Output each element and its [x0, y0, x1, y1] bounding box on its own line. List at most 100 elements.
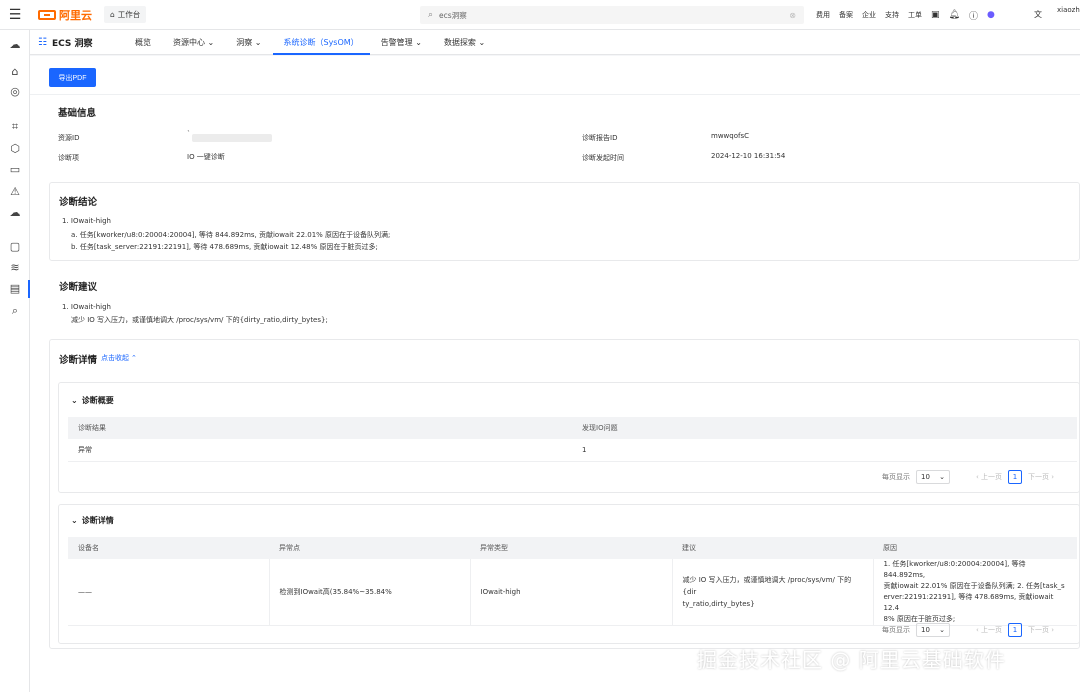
- cloud-icon[interactable]: ☁: [8, 38, 22, 52]
- prev-page-button[interactable]: ‹ 上一页: [976, 625, 1002, 635]
- clear-search-icon[interactable]: ⊗: [789, 11, 796, 20]
- column-header: 建议: [672, 537, 873, 559]
- tab-explore[interactable]: 数据探索 ⌄: [433, 30, 496, 55]
- item-value: IO 一键诊断: [187, 153, 225, 161]
- alarm-icon[interactable]: ⚠: [8, 185, 22, 199]
- nav-enterprise[interactable]: 企业: [862, 10, 876, 20]
- tab-resource-center[interactable]: 资源中心 ⌄: [162, 30, 225, 55]
- product-nav: ☷ ECS 洞察 概览 资源中心 ⌄ 洞察 ⌄ 系统诊断（SysOM） 告警管理…: [30, 30, 1080, 55]
- detail-header[interactable]: ⌄ 诊断详情: [71, 515, 114, 526]
- main-content: 导出PDF 基础信息 资源ID ` 诊断报告ID mwwqofsC 诊断项 IO…: [30, 56, 1080, 692]
- advice-line: ty_ratio,dirty_bytes}: [682, 600, 755, 608]
- prev-page-button[interactable]: ‹ 上一页: [976, 472, 1002, 482]
- search-input[interactable]: ⌕ ecs洞察 ⊗: [420, 6, 804, 24]
- conclusion-item-b: b. 任务[task_server:22191:22191], 等待 478.6…: [71, 243, 378, 251]
- conclusion-item: 1. IOwait-high: [62, 217, 111, 225]
- diagnose-icon[interactable]: ▤: [8, 282, 22, 296]
- detail-pagination: 每页显示 10 ⌄ ‹ 上一页 1 下一页 ›: [882, 623, 1054, 637]
- table-row: —— 检测到IOwait高(35.84%~35.84% IOwait-high …: [68, 559, 1077, 626]
- user-name[interactable]: xiaozh: [1057, 6, 1080, 14]
- next-page-button[interactable]: 下一页 ›: [1028, 472, 1054, 482]
- time-label: 诊断发起时间: [582, 154, 624, 162]
- column-header: 设备名: [68, 537, 269, 559]
- advice-line: 减少 IO 写入压力，或谨慎地调大 /proc/sys/vm/ 下的{dir: [682, 576, 852, 596]
- target-icon[interactable]: ◎: [8, 85, 22, 99]
- cube-icon[interactable]: ⬡: [8, 142, 22, 156]
- column-header: 异常类型: [470, 537, 672, 559]
- workbench-label: 工作台: [117, 10, 141, 19]
- tab-overview[interactable]: 概览: [124, 30, 162, 55]
- tab-alarm[interactable]: 告警管理 ⌄: [370, 30, 433, 55]
- table-cell: 异常: [68, 439, 572, 462]
- collapse-link[interactable]: 点击收起: [101, 353, 129, 363]
- conclusion-title: 诊断结论: [59, 197, 98, 208]
- logo-text: 阿里云: [59, 8, 92, 22]
- product-name: ECS 洞察: [51, 38, 93, 49]
- table-row: 异常 1: [68, 439, 1077, 462]
- export-pdf-button[interactable]: 导出PDF: [49, 68, 96, 87]
- per-page-label: 每页显示: [882, 626, 910, 634]
- suggestion-item: 1. IOwait-high: [62, 303, 111, 311]
- tab-alarm-label: 告警管理: [380, 37, 413, 47]
- product-title: ☷ ECS 洞察: [38, 36, 124, 49]
- per-page-select[interactable]: 10 ⌄: [916, 623, 950, 637]
- overview-table: 诊断结果 发现IO问题 异常 1: [68, 417, 1077, 462]
- scan-icon[interactable]: ⌗: [8, 120, 22, 134]
- chevron-down-icon: ⌄: [939, 473, 945, 481]
- display-icon[interactable]: ▢: [8, 240, 22, 254]
- tab-sysom[interactable]: 系统诊断（SysOM）: [272, 30, 370, 55]
- table-header-row: 诊断结果 发现IO问题: [68, 417, 1077, 439]
- page-number[interactable]: 1: [1008, 470, 1023, 484]
- tab-insight[interactable]: 洞察 ⌄: [225, 30, 272, 55]
- home-rail-icon[interactable]: ⌂: [8, 65, 22, 79]
- prev-label: 上一页: [981, 473, 1003, 481]
- tab-insight-label: 洞察: [236, 37, 253, 47]
- reason-line: erver:22191:22191], 等待 478.689ms, 贡献iowa…: [883, 593, 1054, 612]
- resource-id-label: 资源ID: [58, 134, 80, 142]
- tab-resource-center-label: 资源中心: [173, 37, 205, 47]
- aliyun-logo[interactable]: 阿里云: [38, 7, 92, 23]
- detail-table: 设备名 异常点 异常类型 建议 原因 —— 检测到IOwait高(35.84%~…: [68, 537, 1077, 626]
- table-cell: IOwait-high: [470, 559, 673, 626]
- nav-ticket[interactable]: 工单: [908, 10, 922, 20]
- overview-title: 诊断概要: [81, 396, 114, 405]
- nav-billing[interactable]: 费用: [816, 10, 830, 20]
- page-number[interactable]: 1: [1008, 623, 1023, 637]
- next-page-button[interactable]: 下一页 ›: [1028, 625, 1054, 635]
- aliyun-logo-mark-icon: [38, 9, 56, 20]
- nav-support[interactable]: 支持: [885, 10, 899, 20]
- chevron-down-icon: ⌄: [207, 37, 215, 47]
- collapse-toggle[interactable]: 点击收起 ⌃: [101, 353, 137, 363]
- overview-header[interactable]: ⌄ 诊断概要: [71, 395, 114, 406]
- table-cell: 检测到IOwait高(35.84%~35.84%: [269, 559, 471, 626]
- help-icon[interactable]: ⓘ: [969, 9, 978, 22]
- assistant-icon[interactable]: ●: [987, 10, 995, 20]
- table-header-row: 设备名 异常点 异常类型 建议 原因: [68, 537, 1077, 559]
- per-page-label: 每页显示: [882, 473, 910, 481]
- column-header: 原因: [873, 537, 1077, 559]
- search-rail-icon[interactable]: ⌕: [8, 304, 22, 318]
- screen-icon[interactable]: ▣: [931, 10, 940, 20]
- language-icon[interactable]: 文: [1034, 9, 1042, 20]
- chevron-down-icon: ⌄: [254, 37, 262, 47]
- chevron-up-icon: ⌃: [131, 354, 137, 362]
- next-label: 下一页: [1028, 473, 1050, 481]
- monitor-icon[interactable]: ▭: [8, 163, 22, 177]
- menu-icon[interactable]: ☰: [0, 0, 30, 30]
- workbench-button[interactable]: ⌂ 工作台: [104, 6, 147, 23]
- search-text: ecs洞察: [439, 10, 467, 20]
- chevron-down-icon: ⌄: [939, 626, 945, 634]
- tab-overview-label: 概览: [135, 37, 151, 47]
- suggestion-title: 诊断建议: [59, 282, 98, 293]
- nav-icp[interactable]: 备案: [839, 10, 853, 20]
- column-header: 异常点: [269, 537, 470, 559]
- chevron-down-icon: ⌄: [71, 516, 78, 525]
- item-label: 诊断项: [58, 154, 79, 162]
- resource-id-value: `: [187, 130, 191, 138]
- bell-icon[interactable]: 🔔︎: [949, 10, 960, 20]
- cloud-check-icon[interactable]: ☁: [8, 206, 22, 220]
- table-cell: 1. 任务[kworker/u8:0:20004:20004], 等待 844.…: [873, 559, 1077, 626]
- left-icon-rail: ☁ ⌂ ◎ ⌗ ⬡ ▭ ⚠ ☁ ▢ ≋ ▤ ⌕: [0, 30, 30, 692]
- layers-icon[interactable]: ≋: [8, 261, 22, 275]
- per-page-select[interactable]: 10 ⌄: [916, 470, 950, 484]
